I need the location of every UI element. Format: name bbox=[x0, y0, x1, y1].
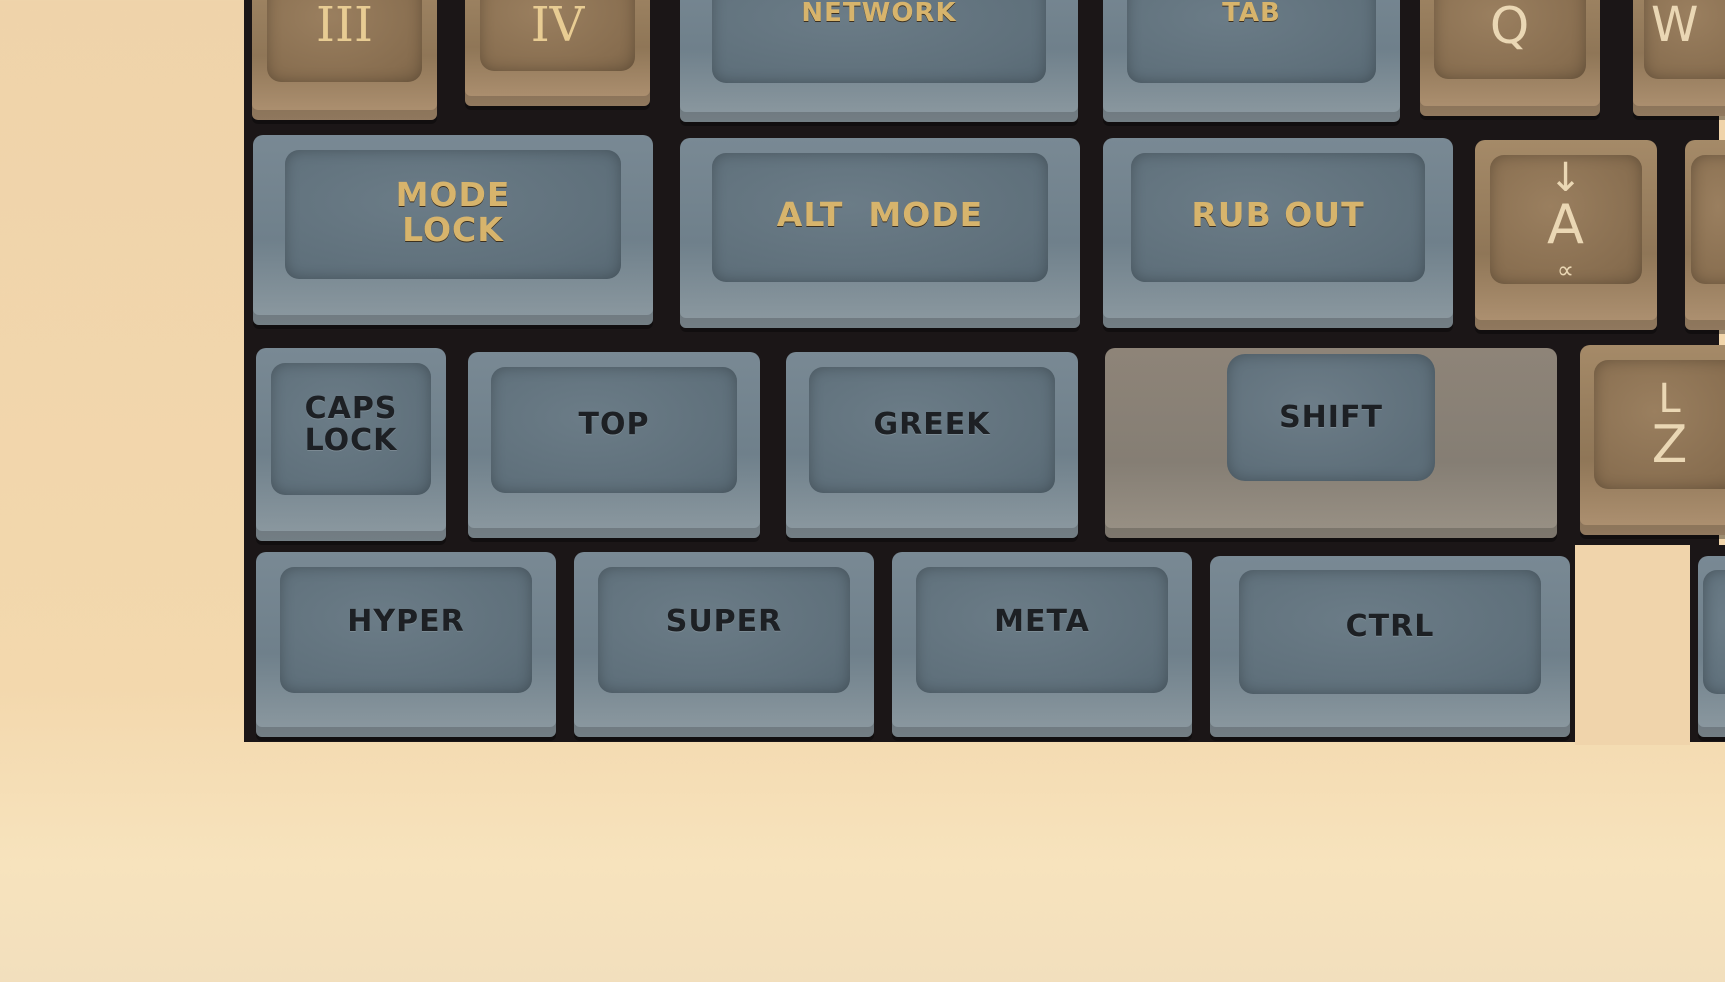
key-caps-lock[interactable]: CAPS LOCK bbox=[256, 348, 446, 541]
key-hyper[interactable]: HYPER bbox=[256, 552, 556, 737]
key-shift[interactable]: SHIFT bbox=[1105, 348, 1557, 538]
key-z[interactable]: L Z bbox=[1580, 345, 1725, 535]
key-w[interactable]: W bbox=[1633, 0, 1725, 116]
key-network[interactable]: NETWORK bbox=[680, 0, 1078, 122]
key-s-partial[interactable] bbox=[1685, 140, 1725, 330]
key-iii[interactable]: III bbox=[252, 0, 437, 120]
key-super[interactable]: SUPER bbox=[574, 552, 874, 737]
key-meta[interactable]: META bbox=[892, 552, 1192, 737]
case-notch bbox=[1575, 545, 1690, 745]
key-tab[interactable]: TAB bbox=[1103, 0, 1400, 122]
key-alt-mode[interactable]: ALT MODE bbox=[680, 138, 1080, 328]
keyboard-photo: III IV NETWORK TAB Q W MODE LOCK ALT MOD… bbox=[0, 0, 1725, 982]
key-iv[interactable]: IV bbox=[465, 0, 650, 106]
key-q[interactable]: Q bbox=[1420, 0, 1600, 116]
key-a[interactable]: ↓ A ∝ bbox=[1475, 140, 1657, 330]
key-top[interactable]: TOP bbox=[468, 352, 760, 538]
key-rub-out[interactable]: RUB OUT bbox=[1103, 138, 1453, 328]
key-mode-lock[interactable]: MODE LOCK bbox=[253, 135, 653, 325]
key-ctrl[interactable]: CTRL bbox=[1210, 556, 1570, 737]
key-greek[interactable]: GREEK bbox=[786, 352, 1078, 538]
key-partial-right[interactable] bbox=[1698, 556, 1725, 737]
